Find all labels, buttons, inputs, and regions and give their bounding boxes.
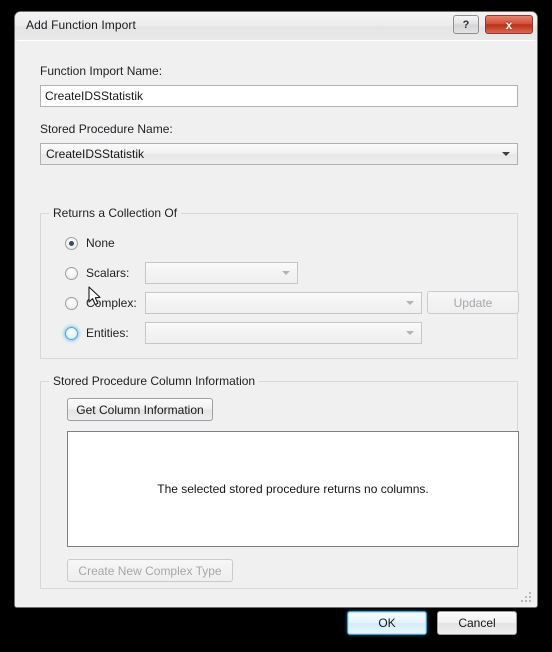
radio-none[interactable] bbox=[65, 236, 78, 250]
radio-row-entities[interactable]: Entities: bbox=[65, 322, 129, 344]
get-column-information-button[interactable]: Get Column Information bbox=[67, 398, 213, 421]
column-information-list[interactable]: The selected stored procedure returns no… bbox=[67, 431, 519, 547]
cancel-button[interactable]: Cancel bbox=[437, 611, 517, 635]
stored-procedure-name-combobox[interactable]: CreateIDSStatistik bbox=[40, 143, 518, 165]
resize-grip[interactable] bbox=[519, 590, 531, 602]
chevron-down-icon bbox=[406, 301, 414, 305]
ok-button[interactable]: OK bbox=[347, 611, 427, 635]
radio-row-none[interactable]: None bbox=[65, 232, 115, 254]
complex-type-combobox[interactable] bbox=[145, 292, 422, 314]
returns-collection-group-title: Returns a Collection Of bbox=[49, 206, 182, 220]
entities-type-combobox[interactable] bbox=[145, 322, 422, 344]
column-information-empty-message: The selected stored procedure returns no… bbox=[157, 482, 429, 496]
radio-row-scalars[interactable]: Scalars: bbox=[65, 262, 129, 284]
stored-procedure-name-value: CreateIDSStatistik bbox=[46, 147, 145, 161]
window-title: Add Function Import bbox=[26, 18, 136, 32]
update-button[interactable]: Update bbox=[427, 291, 519, 314]
chevron-down-icon bbox=[406, 331, 414, 335]
radio-none-label: None bbox=[86, 236, 115, 250]
function-import-name-label: Function Import Name: bbox=[40, 64, 163, 78]
radio-scalars[interactable] bbox=[65, 266, 78, 280]
chevron-down-icon bbox=[282, 271, 290, 275]
stored-procedure-name-label: Stored Procedure Name: bbox=[40, 122, 173, 136]
radio-scalars-label: Scalars: bbox=[86, 266, 130, 280]
column-information-group-title: Stored Procedure Column Information bbox=[49, 374, 260, 388]
radio-entities[interactable] bbox=[65, 326, 78, 340]
title-bar[interactable]: Add Function Import ? x bbox=[15, 12, 537, 40]
dialog-client-area: Function Import Name: Stored Procedure N… bbox=[17, 40, 535, 635]
dialog-window: Add Function Import ? x Function Import … bbox=[14, 11, 538, 635]
radio-entities-label: Entities: bbox=[86, 326, 129, 340]
returns-collection-group: Returns a Collection Of None Scalars: Co… bbox=[40, 206, 518, 359]
scalars-type-combobox[interactable] bbox=[145, 262, 298, 284]
chevron-down-icon bbox=[502, 152, 510, 156]
radio-complex-label: Complex: bbox=[86, 296, 137, 310]
create-new-complex-type-button[interactable]: Create New Complex Type bbox=[67, 559, 233, 582]
function-import-name-input[interactable] bbox=[40, 85, 518, 107]
radio-complex[interactable] bbox=[65, 296, 78, 310]
radio-row-complex[interactable]: Complex: bbox=[65, 292, 137, 314]
help-button[interactable]: ? bbox=[453, 15, 479, 34]
close-button[interactable]: x bbox=[485, 15, 533, 34]
